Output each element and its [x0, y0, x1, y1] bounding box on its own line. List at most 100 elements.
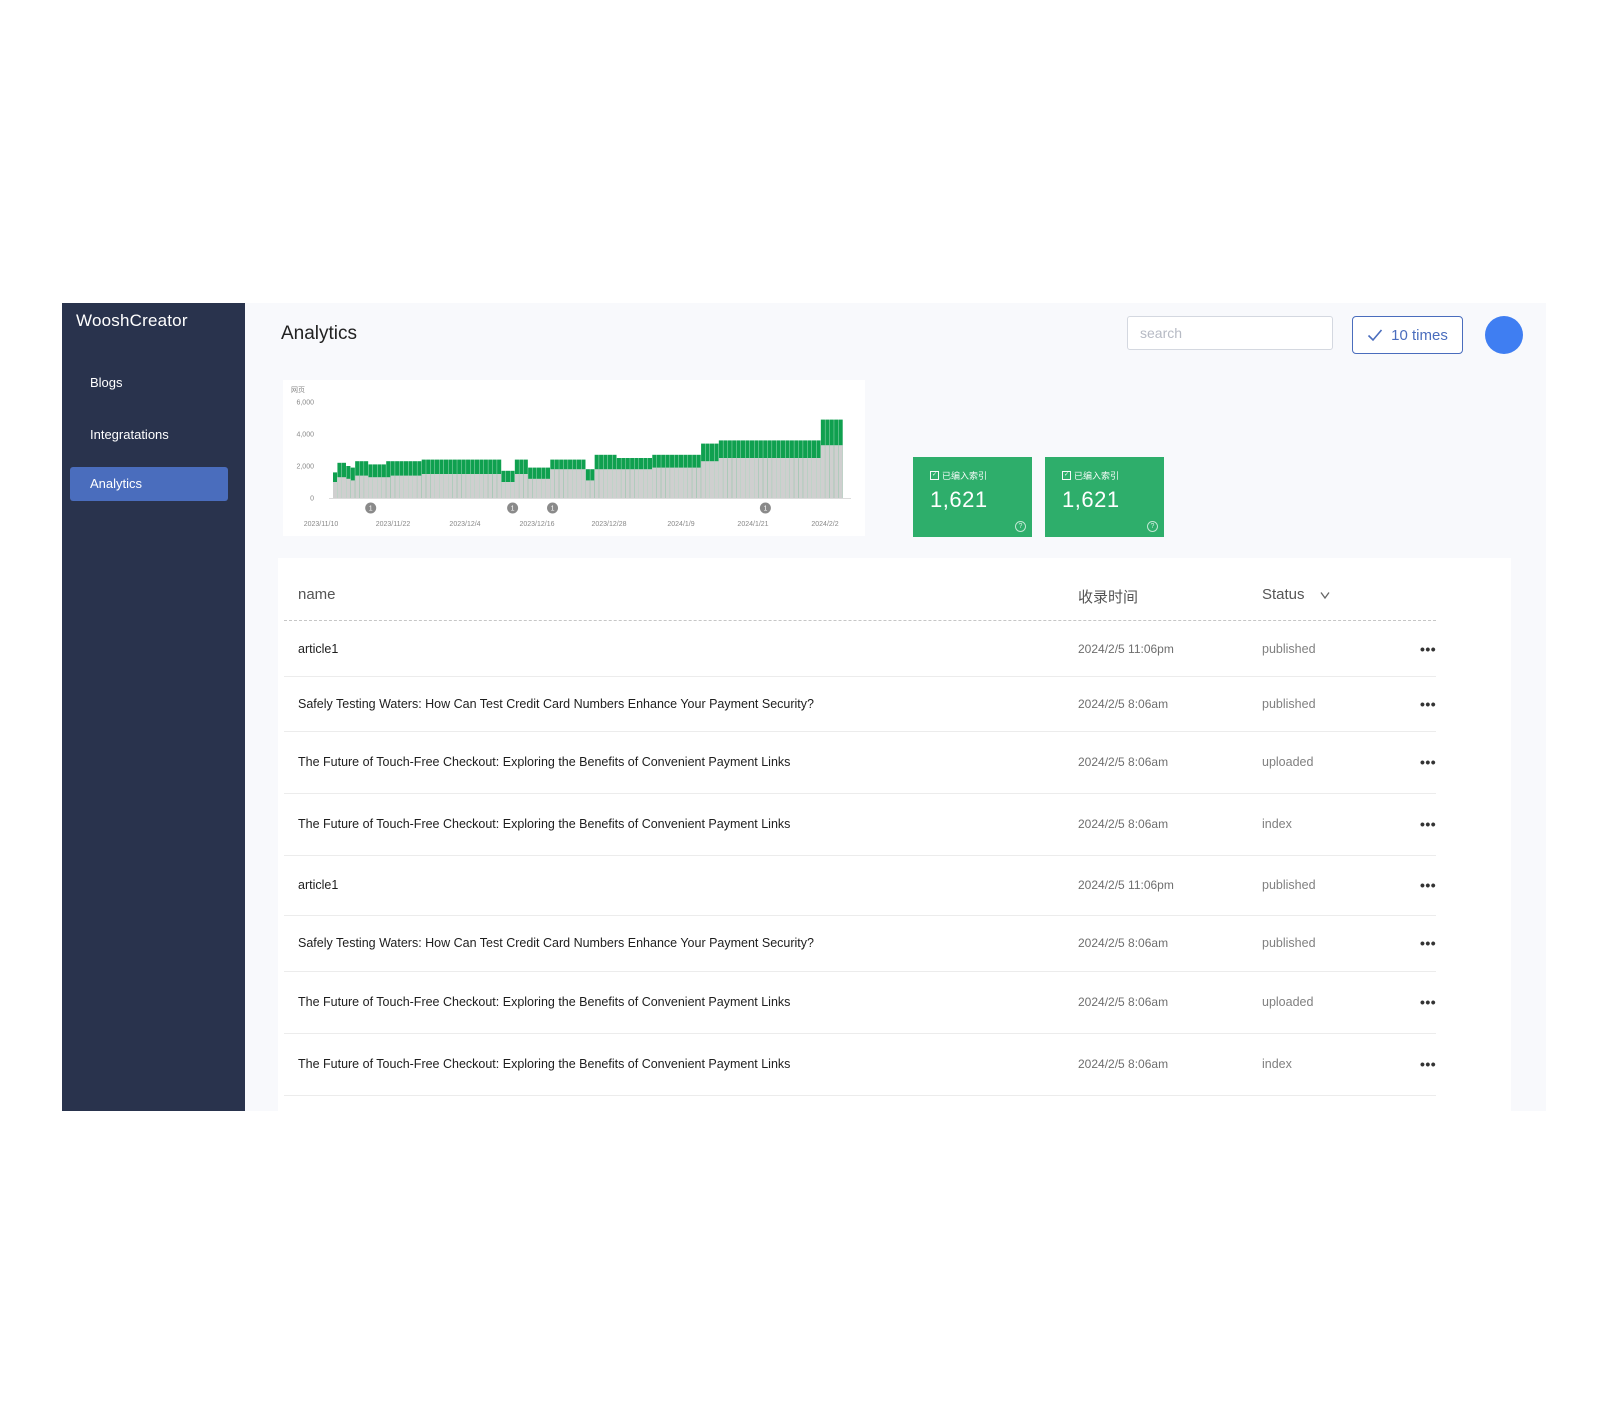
article-name[interactable]: The Future of Touch-Free Checkout: Explo…	[298, 995, 790, 1009]
table-row[interactable]: article1 2024/2/5 11:06pm published •••	[284, 855, 1436, 916]
chart-bar-gray	[829, 445, 834, 498]
chart-bar-gray	[448, 474, 453, 498]
search-input[interactable]	[1127, 316, 1333, 350]
avatar[interactable]	[1485, 316, 1523, 354]
chart-card: 网页 6,000 4,000 2,000 0 1 1 1 1 2023/11/10 2023/11/…	[283, 380, 865, 536]
chart-bar-gray	[532, 478, 537, 498]
articles-table: name 收录时间 Status article1 2024/2/5 11:06…	[278, 558, 1511, 1111]
chart-bar-gray	[714, 461, 719, 498]
chart-bar-gray	[466, 474, 471, 498]
chart-bar-gray	[333, 482, 338, 498]
column-header-time[interactable]: 收录时间	[1078, 586, 1138, 607]
chart-bar-gray	[439, 474, 444, 498]
article-name[interactable]: Safely Testing Waters: How Can Test Cred…	[298, 697, 814, 711]
more-icon[interactable]: •••	[1420, 935, 1436, 951]
chart-bar-gray	[599, 469, 604, 498]
chart-bar-gray	[590, 480, 595, 498]
table-row[interactable]: The Future of Touch-Free Checkout: Explo…	[284, 793, 1436, 856]
chart-bar-gray	[399, 475, 404, 498]
chart-bar-gray	[674, 467, 679, 498]
page-title: Analytics	[281, 323, 358, 344]
more-icon[interactable]: •••	[1420, 994, 1436, 1010]
chart-bar-gray	[457, 474, 462, 498]
checkbox-icon: ✓	[930, 471, 939, 480]
main-content: Analytics 10 times 网页 6,000 4,000 2,000 0 1 1 1…	[245, 303, 1546, 1111]
chart-unit-label: 网页	[291, 386, 305, 394]
x-tick-label: 2023/12/16	[519, 521, 554, 528]
chart-bar-gray	[505, 482, 511, 498]
more-icon[interactable]: •••	[1420, 754, 1436, 770]
chart-bar-gray	[492, 474, 497, 498]
table-row[interactable]: Safely Testing Waters: How Can Test Cred…	[284, 915, 1436, 972]
chart-bar-gray	[656, 467, 661, 498]
chart-bar-gray	[479, 474, 484, 498]
chart-bar-gray	[537, 478, 542, 498]
chart-bar-gray	[337, 477, 342, 498]
more-icon[interactable]: •••	[1420, 1056, 1436, 1072]
chart-bar-gray	[341, 477, 346, 498]
article-name[interactable]: The Future of Touch-Free Checkout: Explo…	[298, 755, 790, 769]
chart-bar-gray	[732, 458, 737, 498]
chart-bar-gray	[381, 477, 386, 498]
times-button[interactable]: 10 times	[1352, 316, 1463, 354]
chevron-down-icon[interactable]	[1319, 590, 1331, 600]
more-icon[interactable]: •••	[1420, 816, 1436, 832]
chart-bar-gray	[435, 474, 440, 498]
column-header-status[interactable]: Status	[1262, 586, 1331, 603]
status-text: uploaded	[1262, 755, 1314, 769]
more-icon[interactable]: •••	[1420, 641, 1436, 657]
column-header-status-label: Status	[1262, 586, 1305, 603]
chart-bar-gray	[550, 469, 555, 498]
chart-bar-gray	[749, 458, 754, 498]
chart-bar-gray	[417, 475, 422, 498]
more-icon[interactable]: •••	[1420, 877, 1436, 893]
chart-bar-gray	[390, 475, 395, 498]
checkbox-icon: ✓	[1062, 471, 1071, 480]
chart-bar-gray	[616, 469, 621, 498]
article-name[interactable]: Safely Testing Waters: How Can Test Cred…	[298, 936, 814, 950]
article-name[interactable]: The Future of Touch-Free Checkout: Explo…	[298, 817, 790, 831]
chart-bar-gray	[559, 469, 564, 498]
table-row[interactable]: article1 2024/2/5 11:06pm published •••	[284, 621, 1436, 677]
article-name[interactable]: article1	[298, 642, 338, 656]
status-text: published	[1262, 641, 1316, 656]
chart-bar-gray	[368, 477, 373, 498]
chart-bar-gray	[528, 478, 533, 498]
sidebar-item-blogs[interactable]: Blogs	[70, 366, 228, 400]
chart-bar-gray	[607, 469, 613, 498]
chart-bar-gray	[514, 474, 519, 498]
y-tick-label: 6,000	[296, 400, 314, 407]
stat-value: 1,621	[930, 487, 988, 512]
chart-bar-gray	[585, 480, 590, 498]
chart-bar-gray	[359, 475, 364, 498]
chart-bar-gray	[736, 458, 741, 498]
brand-logo: WooshCreator	[76, 311, 188, 330]
sidebar-item-integrations[interactable]: Integratations	[70, 418, 228, 452]
chart-bar-gray	[572, 469, 577, 498]
article-name[interactable]: article1	[298, 878, 338, 892]
indexed-pages-chart: 网页 6,000 4,000 2,000 0 1 1 1 1 2023/11/10 2023/11/…	[291, 386, 851, 528]
column-header-name[interactable]: name	[298, 586, 336, 603]
table-row[interactable]: The Future of Touch-Free Checkout: Explo…	[284, 731, 1436, 794]
chart-bar-gray	[803, 458, 808, 498]
x-tick-label: 2023/11/10	[304, 521, 339, 528]
chart-bar-gray	[461, 474, 466, 498]
sidebar-item-analytics[interactable]: Analytics	[70, 467, 228, 501]
chart-bar-gray	[403, 475, 409, 498]
chart-bar-gray	[581, 469, 586, 498]
table-row[interactable]: The Future of Touch-Free Checkout: Explo…	[284, 971, 1436, 1034]
chart-bar-gray	[510, 482, 515, 498]
chart-bar-gray	[811, 458, 817, 498]
question-icon[interactable]: ?	[1015, 521, 1026, 532]
sidebar: WooshCreator Blogs Integratations Analyt…	[62, 303, 245, 1111]
annotation-marker-label: 1	[763, 506, 767, 513]
stat-label: ✓ 已编入索引	[1062, 469, 1119, 482]
chart-bar-gray	[758, 458, 763, 498]
table-row[interactable]: The Future of Touch-Free Checkout: Explo…	[284, 1033, 1436, 1096]
chart-bar-gray	[377, 477, 382, 498]
chart-bar-gray	[718, 458, 723, 498]
table-row[interactable]: Safely Testing Waters: How Can Test Cred…	[284, 676, 1436, 732]
question-icon[interactable]: ?	[1147, 521, 1158, 532]
more-icon[interactable]: •••	[1420, 696, 1436, 712]
article-name[interactable]: The Future of Touch-Free Checkout: Explo…	[298, 1057, 790, 1071]
